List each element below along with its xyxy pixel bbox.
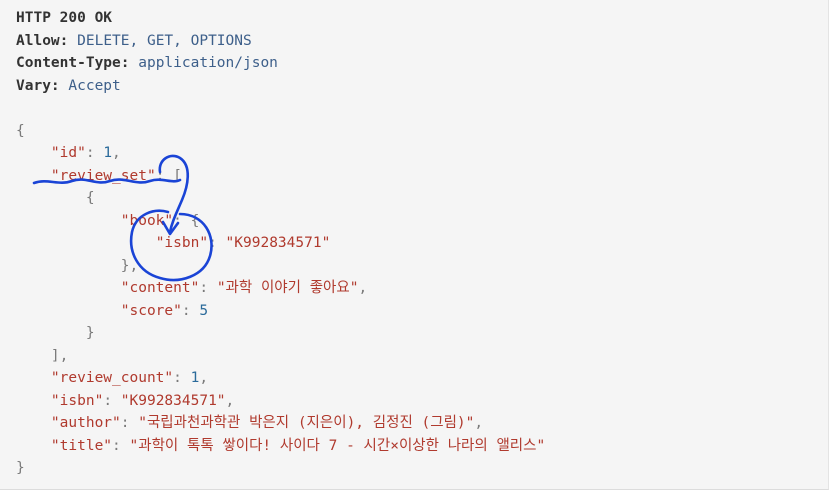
content-type-header: Content-Type: application/json — [16, 52, 545, 75]
review-close: } — [85, 325, 95, 341]
isbn-value: "K992834571" — [120, 392, 226, 409]
json-book-line: "book": { — [120, 212, 200, 229]
json-author-line: "author": "국립과천과학관 박은지 (지은이), 김정진 (그림)", — [50, 415, 484, 431]
id-key: "id" — [50, 145, 86, 161]
score-value: 5 — [199, 302, 209, 319]
array-close-line: ], — [16, 345, 545, 368]
json-review-set-line: "review_set": [ — [50, 167, 182, 184]
title-value: "과학이 톡톡 쌓이다! 사이다 7 - 시간×이상한 나라의 앨리스" — [129, 437, 546, 454]
review-count-key: "review_count" — [50, 370, 174, 386]
book-isbn-key: "isbn" — [155, 235, 209, 251]
book-key: "book" — [120, 212, 174, 229]
json-review-count-line: "review_count": 1, — [50, 370, 209, 386]
book-close-line: }, — [16, 255, 545, 278]
content-key: "content" — [120, 280, 200, 296]
allow-label: Allow: — [16, 32, 69, 49]
title-key: "title" — [50, 437, 113, 454]
json-title-line: "title": "과학이 톡톡 쌓이다! 사이다 7 - 시간×이상한 나라의… — [50, 437, 546, 454]
vary-value: Accept — [68, 77, 121, 94]
array-close: ], — [50, 347, 69, 364]
vary-label: Vary: — [16, 77, 60, 94]
json-isbn-line: "isbn": "K992834571", — [50, 392, 235, 409]
content-value: "과학 이야기 좋아요" — [216, 280, 359, 296]
review-set-key: "review_set" — [50, 167, 156, 184]
http-status: HTTP 200 OK — [16, 10, 113, 26]
review-open-line: { — [16, 187, 545, 210]
status-line: HTTP 200 OK — [16, 7, 545, 30]
allow-value: DELETE, GET, OPTIONS — [77, 32, 252, 49]
author-key: "author" — [50, 415, 121, 431]
response-content: HTTP 200 OK Allow: DELETE, GET, OPTIONS Co… — [16, 7, 545, 480]
open-brace: { — [16, 122, 25, 139]
book-isbn-value: "K992834571" — [225, 235, 331, 251]
json-book-isbn-line: "isbn": "K992834571" — [155, 235, 331, 251]
book-close: }, — [120, 257, 139, 274]
close-brace: } — [16, 460, 25, 476]
vary-header: Vary: Accept — [16, 75, 545, 98]
json-score-line: "score": 5 — [120, 302, 209, 319]
content-type-value: application/json — [138, 55, 278, 71]
allow-header: Allow: DELETE, GET, OPTIONS — [16, 30, 545, 53]
json-content-line: "content": "과학 이야기 좋아요", — [120, 280, 368, 296]
review-open: { — [85, 190, 95, 206]
json-open: { — [16, 120, 545, 143]
score-key: "score" — [120, 302, 182, 319]
json-close: } — [16, 457, 545, 480]
id-value: 1 — [103, 145, 113, 161]
author-value: "국립과천과학관 박은지 (지은이), 김정진 (그림)" — [138, 415, 475, 431]
content-type-label: Content-Type: — [16, 55, 130, 71]
review-close-line: } — [16, 322, 545, 345]
isbn-key: "isbn" — [50, 392, 104, 409]
api-response-panel: HTTP 200 OK Allow: DELETE, GET, OPTIONS Co… — [0, 0, 829, 490]
json-id-line: "id": 1, — [50, 145, 121, 161]
